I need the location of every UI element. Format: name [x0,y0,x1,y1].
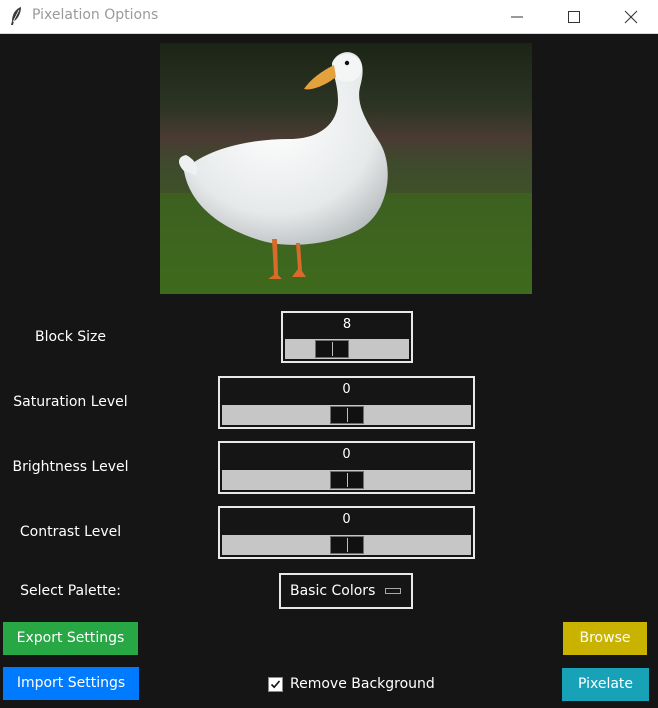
contrast-label: Contrast Level [19,524,122,540]
palette-label: Select Palette: [20,583,121,599]
title-bar: Pixelation Options [0,0,658,34]
preview-image [160,43,532,294]
saturation-trough[interactable] [222,405,471,425]
contrast-thumb[interactable] [330,536,364,554]
block-size-thumb[interactable] [315,340,349,358]
brightness-thumb[interactable] [330,471,364,489]
block-size-value: 8 [342,317,352,332]
brightness-value: 0 [342,447,351,462]
close-icon [624,10,638,24]
block-size-label: Block Size [34,329,107,345]
contrast-slider[interactable]: 0 [218,506,475,559]
block-size-slider[interactable]: 8 [281,311,413,363]
checkmark-icon [270,680,281,689]
saturation-thumb[interactable] [330,406,364,424]
pixelate-button[interactable]: Pixelate [562,668,649,701]
saturation-slider[interactable]: 0 [218,376,475,429]
import-settings-button[interactable]: Import Settings [3,667,139,700]
duck-photo-icon [160,43,532,294]
minimize-icon [511,16,523,18]
remove-background-label: Remove Background [290,676,435,692]
block-size-trough[interactable] [285,339,409,359]
browse-button[interactable]: Browse [563,622,647,655]
contrast-value: 0 [342,512,351,527]
close-button[interactable] [608,0,654,33]
brightness-trough[interactable] [222,470,471,490]
window-title: Pixelation Options [32,7,159,23]
maximize-icon [568,11,580,23]
dropdown-indicator-icon [385,588,401,594]
saturation-label: Saturation Level [13,394,128,410]
export-settings-button[interactable]: Export Settings [3,622,138,655]
remove-background-checkbox[interactable] [268,677,283,692]
contrast-trough[interactable] [222,535,471,555]
feather-icon [9,6,23,26]
maximize-button[interactable] [551,0,597,33]
brightness-slider[interactable]: 0 [218,441,475,494]
brightness-label: Brightness Level [12,459,129,475]
palette-dropdown[interactable]: Basic Colors [279,573,413,609]
minimize-button[interactable] [494,0,540,33]
saturation-value: 0 [342,382,351,397]
palette-selected-value: Basic Colors [290,583,376,599]
